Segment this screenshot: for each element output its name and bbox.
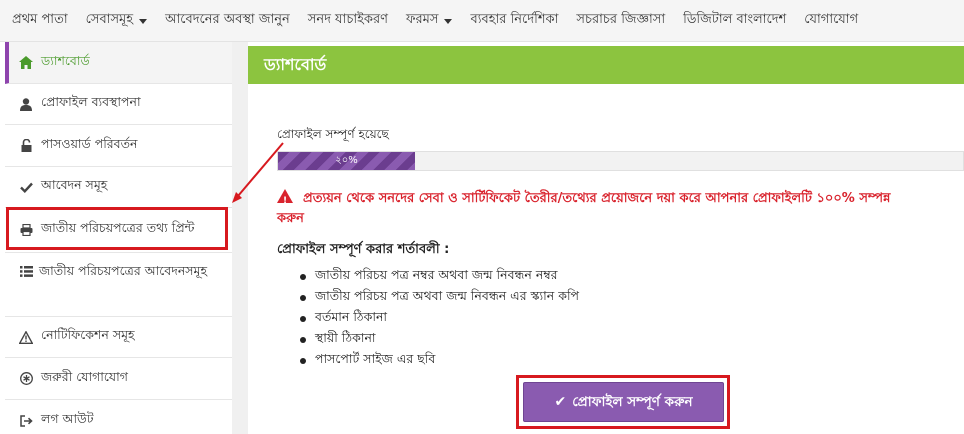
nav-item-faq[interactable]: সচরাচর জিজ্ঞাসা — [567, 0, 674, 42]
complete-profile-button-label: প্রোফাইল সম্পূর্ণ করুন — [572, 393, 693, 410]
nav-label: ব্যবহার নির্দেশিকা — [470, 12, 559, 27]
list-item: পাসপোর্ট সাইজ এর ছবি — [300, 350, 579, 371]
condition-text: পাসপোর্ট সাইজ এর ছবি — [315, 350, 436, 366]
caret-down-icon — [444, 19, 453, 24]
page-title: ড্যাশবোর্ড — [248, 46, 964, 84]
page-title-text: ড্যাশবোর্ড — [264, 54, 327, 74]
sidebar-item-dashboard[interactable]: ড্যাশবোর্ড — [5, 42, 232, 84]
lock-icon — [19, 139, 33, 153]
bullet-icon — [300, 273, 306, 280]
nav-item-digital-bangladesh[interactable]: ডিজিটাল বাংলাদেশ — [674, 0, 795, 42]
sidebar-item-label: আবেদন সমূহ — [41, 177, 108, 192]
sidebar-item-label: নোটিফিকেশন সমূহ — [41, 327, 135, 342]
nav-item-home[interactable]: প্রথম পাতা — [3, 0, 77, 42]
complete-profile-button[interactable]: ✔ প্রোফাইল সম্পূর্ণ করুন — [523, 382, 724, 422]
nav-label: প্রথম পাতা — [12, 12, 68, 27]
sidebar-item-emergency-contact[interactable]: জরুরী যোগাযোগ — [5, 358, 232, 400]
nav-label: ফরমস — [405, 12, 439, 27]
check-icon — [19, 180, 33, 194]
caret-down-icon — [139, 19, 148, 24]
home-icon — [19, 56, 33, 70]
list-item: স্থায়ী ঠিকানা — [300, 329, 579, 350]
nav-item-services[interactable]: সেবাসমূহ — [77, 0, 157, 42]
sidebar-item-logout[interactable]: লগ আউট — [5, 400, 232, 434]
nav-label: সনদ যাচাইকরণ — [307, 12, 388, 27]
sidebar-item-password[interactable]: পাসওয়ার্ড পরিবর্তন — [5, 125, 232, 167]
conditions-title: প্রোফাইল সম্পূর্ণ করার শর্তাবলী : — [277, 242, 450, 257]
condition-text: জাতীয় পরিচয় পত্র নম্বর অথবা জন্ম নিবন্… — [315, 266, 558, 282]
sidebar-item-label: জাতীয় পরিচয়পত্রের আবেদনসমূহ — [39, 263, 208, 278]
sidebar-item-applications[interactable]: আবেদন সমূহ — [5, 167, 232, 208]
check-icon: ✔ — [554, 394, 567, 410]
warning-text-line1: প্রত্যয়ন থেকে সনদের সেবা ও সার্টিফিকেট … — [303, 191, 891, 206]
sidebar-item-profile[interactable]: প্রোফাইল ব্যবস্থাপনা — [5, 84, 232, 125]
nav-item-user-guide[interactable]: ব্যবহার নির্দেশিকা — [461, 0, 567, 42]
sidebar-item-label: ড্যাশবোর্ড — [41, 52, 90, 68]
sidebar-item-nid-applications[interactable]: জাতীয় পরিচয়পত্রের আবেদনসমূহ — [5, 253, 232, 317]
condition-text: বর্তমান ঠিকানা — [315, 308, 388, 324]
nav-label: ডিজিটাল বাংলাদেশ — [683, 12, 787, 27]
condition-text: স্থায়ী ঠিকানা — [315, 329, 376, 345]
logout-icon — [19, 414, 33, 428]
profile-warning-message: প্রত্যয়ন থেকে সনদের সেবা ও সার্টিফিকেট … — [277, 189, 964, 229]
list-icon — [19, 264, 33, 278]
list-item: বর্তমান ঠিকানা — [300, 308, 579, 329]
nav-item-forms[interactable]: ফরমস — [397, 0, 461, 42]
sidebar-item-label: প্রোফাইল ব্যবস্থাপনা — [41, 94, 141, 109]
sidebar-item-label: লগ আউট — [41, 411, 94, 426]
bullet-icon — [300, 357, 306, 364]
sidebar-highlight-box — [6, 207, 228, 250]
nav-label: সেবাসমূহ — [85, 12, 134, 27]
nav-item-contact[interactable]: যোগাযোগ — [795, 0, 867, 42]
sidebar-item-label: পাসওয়ার্ড পরিবর্তন — [41, 135, 138, 151]
sidebar-item-label: জরুরী যোগাযোগ — [41, 368, 128, 384]
warning-icon — [277, 189, 293, 211]
warning-text-line2: করুন — [277, 211, 304, 226]
asterisk-icon — [19, 372, 33, 386]
bullet-icon — [300, 294, 306, 301]
condition-text: জাতীয় পরিচয় পত্র অথবা জন্ম নিবন্ধন এর … — [315, 287, 580, 303]
top-navigation: প্রথম পাতা সেবাসমূহ আবেদনের অবস্থা জানুন… — [0, 0, 964, 42]
list-item: জাতীয় পরিচয় পত্র অথবা জন্ম নিবন্ধন এর … — [300, 287, 579, 308]
nav-label: আবেদনের অবস্থা জানুন — [165, 12, 290, 27]
progress-fill: ২০% — [278, 152, 415, 170]
nav-item-certificate-verification[interactable]: সনদ যাচাইকরণ — [299, 0, 397, 42]
bullet-icon — [300, 315, 306, 322]
progress-label: প্রোফাইল সম্পূর্ণ হয়েছে — [277, 127, 389, 141]
warning-icon — [19, 330, 33, 344]
profile-progress-bar: ২০% — [277, 151, 964, 171]
nav-label: যোগাযোগ — [804, 12, 859, 27]
user-icon — [19, 97, 33, 111]
bullet-icon — [300, 336, 306, 343]
nav-item-application-status[interactable]: আবেদনের অবস্থা জানুন — [156, 0, 299, 42]
progress-percent-text: ২০% — [335, 154, 358, 166]
conditions-list: জাতীয় পরিচয় পত্র নম্বর অথবা জন্ম নিবন্… — [300, 266, 579, 371]
list-item: জাতীয় পরিচয় পত্র নম্বর অথবা জন্ম নিবন্… — [300, 266, 579, 287]
sidebar-item-notifications[interactable]: নোটিফিকেশন সমূহ — [5, 317, 232, 358]
nav-label: সচরাচর জিজ্ঞাসা — [576, 12, 666, 27]
content-divider — [232, 42, 248, 434]
